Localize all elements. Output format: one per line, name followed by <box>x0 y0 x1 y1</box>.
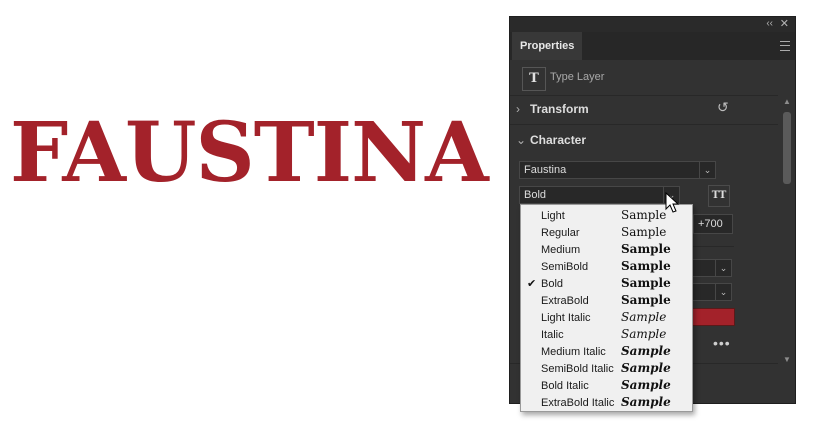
scroll-up-icon[interactable]: ▲ <box>780 97 794 106</box>
dropdown-option-sample: Sample <box>621 395 671 409</box>
font-style-value: Bold <box>524 189 547 201</box>
panel-top-strip: ‹‹ ✕ <box>510 17 795 32</box>
reset-transform-icon[interactable]: ↺ <box>717 99 729 116</box>
dropdown-option-sample: Sample <box>621 378 671 392</box>
panel-menu-icon[interactable] <box>780 41 790 51</box>
dropdown-option-label: SemiBold <box>541 261 589 273</box>
dropdown-option-sample: Sample <box>621 293 671 307</box>
chevron-down-icon: ⌄ <box>516 133 527 147</box>
dropdown-option-label: Regular <box>541 227 580 239</box>
font-family-value: Faustina <box>524 164 567 176</box>
dropdown-option-sample: Sample <box>621 310 667 324</box>
section-character-label: Character <box>530 133 587 147</box>
dropdown-option-sample: Sample <box>621 225 667 239</box>
dropdown-option[interactable]: Medium Italic Sample <box>521 344 692 361</box>
text-color-swatch[interactable] <box>690 308 735 326</box>
dropdown-option-sample: Sample <box>621 276 671 290</box>
dropdown-option[interactable]: Bold Italic Sample <box>521 378 692 395</box>
section-character[interactable]: ⌄ Character <box>516 133 586 147</box>
dropdown-option-sample: Sample <box>621 361 671 375</box>
dropdown-option[interactable]: Regular Sample <box>521 225 692 242</box>
section-transform[interactable]: › Transform <box>516 102 589 116</box>
dropdown-option[interactable]: SemiBold Sample <box>521 259 692 276</box>
dropdown-option-sample: Sample <box>621 327 667 341</box>
dropdown-option-sample: Sample <box>621 259 671 273</box>
dropdown-option[interactable]: Light Italic Sample <box>521 310 692 327</box>
checkmark-icon: ✔ <box>527 278 537 290</box>
font-family-select[interactable]: Faustina ⌄ <box>519 161 716 179</box>
section-transform-label: Transform <box>530 102 589 116</box>
scroll-thumb[interactable] <box>783 112 791 184</box>
dropdown-option-label: ExtraBold <box>541 295 589 307</box>
font-style-dropdown-menu: Light Sample Regular Sample Medium Sample Semi… <box>520 204 693 412</box>
layer-type-label: Type Layer <box>550 71 605 83</box>
close-panel-icon[interactable]: ✕ <box>780 17 789 30</box>
dropdown-option-label: Bold Italic <box>541 380 589 392</box>
dropdown-option[interactable]: SemiBold Italic Sample <box>521 361 692 378</box>
dropdown-option-sample: Sample <box>621 344 671 358</box>
type-layer-icon: T <box>522 67 546 91</box>
panel-tabbar: Properties <box>510 32 795 60</box>
font-style-select[interactable]: Bold ⌄ <box>519 186 680 204</box>
dropdown-option-label: Bold <box>541 278 564 290</box>
scroll-down-icon[interactable]: ▼ <box>780 355 794 364</box>
dropdown-option-label: Light <box>541 210 565 222</box>
dropdown-option-label: SemiBold Italic <box>541 363 614 375</box>
dropdown-option-label: Medium <box>541 244 581 256</box>
chevron-down-icon[interactable]: ⌄ <box>715 284 731 300</box>
tracking-field[interactable]: +700 <box>693 214 733 234</box>
dropdown-option-label: Light Italic <box>541 312 591 324</box>
chevron-down-icon[interactable]: ⌄ <box>699 162 715 178</box>
mouse-pointer-icon <box>665 192 680 213</box>
dropdown-option-label: Italic <box>541 329 564 341</box>
panel-scrollbar[interactable]: ▲ ▼ <box>780 97 794 369</box>
dropdown-option[interactable]: Italic Sample <box>521 327 692 344</box>
tab-properties[interactable]: Properties <box>512 32 582 60</box>
chevron-down-icon[interactable]: ⌄ <box>715 260 731 276</box>
chevron-right-icon: › <box>516 102 520 116</box>
layer-type-row: T Type Layer <box>510 61 780 95</box>
dropdown-option-sample: Sample <box>621 242 671 256</box>
dropdown-option[interactable]: Medium Sample <box>521 242 692 259</box>
dropdown-option[interactable]: ExtraBold Sample <box>521 293 692 310</box>
dropdown-option[interactable]: ✔ Bold Sample <box>521 276 692 293</box>
all-caps-tt-button[interactable]: TT <box>708 185 730 207</box>
tracking-value: +700 <box>698 218 723 230</box>
divider <box>510 95 778 96</box>
divider <box>510 124 778 125</box>
canvas-text-faustina: FAUSTINA <box>10 105 489 201</box>
dropdown-option-label: ExtraBold Italic <box>541 397 615 409</box>
collapse-panel-icon[interactable]: ‹‹ <box>766 18 773 29</box>
dropdown-option-label: Medium Italic <box>541 346 606 358</box>
dropdown-option-sample: Sample <box>621 208 667 222</box>
dropdown-option[interactable]: ExtraBold Italic Sample <box>521 395 692 412</box>
divider <box>690 246 734 247</box>
more-options-dots[interactable]: ••• <box>713 335 731 351</box>
